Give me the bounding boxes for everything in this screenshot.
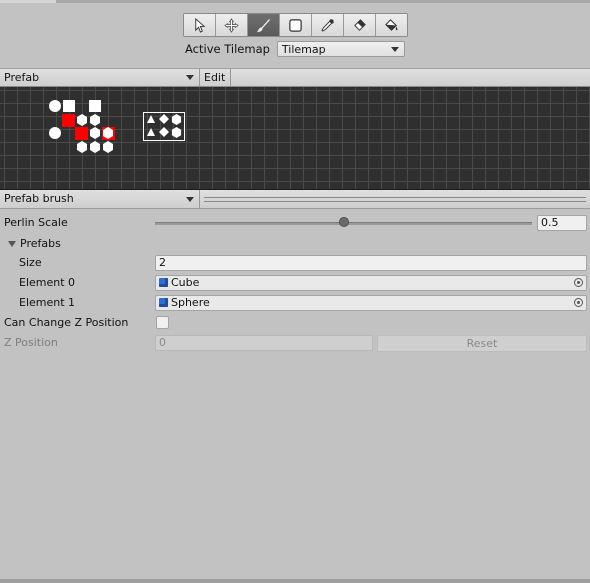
paint-bucket-icon <box>385 18 398 31</box>
prefab-cube-icon <box>159 298 168 307</box>
chevron-down-icon <box>186 197 194 202</box>
eyedropper-icon <box>321 18 334 32</box>
perlin-scale-row: Perlin Scale 0.5 <box>0 214 590 232</box>
element-0-object-field[interactable]: Cube <box>155 275 587 291</box>
diamond-tile[interactable] <box>159 114 169 124</box>
can-change-z-checkbox[interactable] <box>156 316 169 329</box>
cube-tile[interactable] <box>63 100 75 112</box>
window-bottom-edge <box>0 579 590 583</box>
move-tool-button[interactable] <box>216 14 248 36</box>
chevron-down-icon <box>390 47 399 52</box>
sphere-tile[interactable] <box>49 127 61 139</box>
hexagon-tile[interactable] <box>76 114 88 126</box>
cursor-arrow-icon <box>195 17 206 33</box>
perlin-scale-input[interactable]: 0.5 <box>537 215 587 231</box>
element-1-row: Element 1 Sphere <box>0 294 590 312</box>
element-1-value: Sphere <box>171 296 210 309</box>
hexagon-tile[interactable] <box>89 141 101 153</box>
size-input[interactable]: 2 <box>155 255 587 271</box>
foldout-arrow-icon[interactable] <box>8 241 16 247</box>
palette-dropdown[interactable]: Prefab <box>0 69 200 86</box>
hexagon-tile[interactable] <box>171 127 182 138</box>
size-label: Size <box>19 256 42 269</box>
rounded-square-icon <box>289 18 302 32</box>
window-tab[interactable] <box>0 0 56 3</box>
object-picker-icon[interactable] <box>574 298 583 307</box>
brush-dropdown[interactable]: Prefab brush <box>0 190 200 208</box>
brush-header: Prefab brush <box>0 190 590 209</box>
element-0-label: Element 0 <box>19 276 76 289</box>
prefabs-foldout-label: Prefabs <box>20 237 61 250</box>
perlin-scale-label: Perlin Scale <box>4 216 68 229</box>
hexagon-tile[interactable] <box>171 114 182 125</box>
erase-tool-button[interactable] <box>344 14 376 36</box>
cube-tile[interactable] <box>89 100 101 112</box>
active-tilemap-row: Active Tilemap Tilemap <box>185 40 405 58</box>
element-1-object-field[interactable]: Sphere <box>155 295 587 311</box>
splitter-handle[interactable] <box>204 197 586 202</box>
paint-tool-button[interactable] <box>248 14 280 36</box>
palette-dropdown-value: Prefab <box>4 71 40 84</box>
hexagon-tile[interactable] <box>89 114 101 126</box>
active-tilemap-value: Tilemap <box>281 43 326 56</box>
red-highlight-tile[interactable] <box>62 114 75 127</box>
red-highlight-tile[interactable] <box>75 127 88 140</box>
picker-tool-button[interactable] <box>312 14 344 36</box>
move-arrows-icon <box>224 17 239 33</box>
paintbrush-icon <box>256 18 271 32</box>
eraser-icon <box>354 18 366 31</box>
object-picker-icon[interactable] <box>574 278 583 287</box>
box-fill-tool-button[interactable] <box>280 14 312 36</box>
sphere-tile[interactable] <box>49 100 61 112</box>
active-tilemap-label: Active Tilemap <box>185 42 270 56</box>
hexagon-tile[interactable] <box>89 127 101 139</box>
z-position-label: Z Position <box>4 336 58 349</box>
can-change-z-label: Can Change Z Position <box>4 316 129 329</box>
prefabs-foldout-row[interactable]: Prefabs <box>0 235 590 253</box>
reset-button[interactable]: Reset <box>377 335 587 352</box>
hexagon-tile[interactable] <box>76 141 88 153</box>
active-tilemap-dropdown[interactable]: Tilemap <box>276 41 405 57</box>
element-0-value: Cube <box>171 276 200 289</box>
diamond-tile[interactable] <box>159 127 169 137</box>
select-tool-button[interactable] <box>184 14 216 36</box>
chevron-down-icon <box>186 75 194 80</box>
triangle-tile[interactable] <box>146 114 156 124</box>
tile-tools-toolbar <box>183 13 408 37</box>
palette-edit-button[interactable]: Edit <box>201 69 231 86</box>
z-position-input[interactable]: 0 <box>155 335 373 351</box>
z-position-row: Z Position 0 Reset <box>0 334 590 352</box>
fill-tool-button[interactable] <box>376 14 407 36</box>
hexagon-tile[interactable] <box>102 141 114 153</box>
brush-dropdown-value: Prefab brush <box>4 192 74 205</box>
prefabs-size-row: Size 2 <box>0 254 590 272</box>
triangle-tile[interactable] <box>146 127 156 137</box>
element-1-label: Element 1 <box>19 296 76 309</box>
perlin-scale-slider-thumb[interactable] <box>338 217 349 227</box>
tile-palette-grid[interactable] <box>0 87 590 190</box>
prefab-cube-icon <box>159 278 168 287</box>
hexagon-tile[interactable] <box>102 127 114 139</box>
can-change-z-row: Can Change Z Position <box>0 314 590 332</box>
element-0-row: Element 0 Cube <box>0 274 590 292</box>
palette-header: Prefab Edit <box>0 68 590 87</box>
window-top-edge <box>0 0 590 3</box>
